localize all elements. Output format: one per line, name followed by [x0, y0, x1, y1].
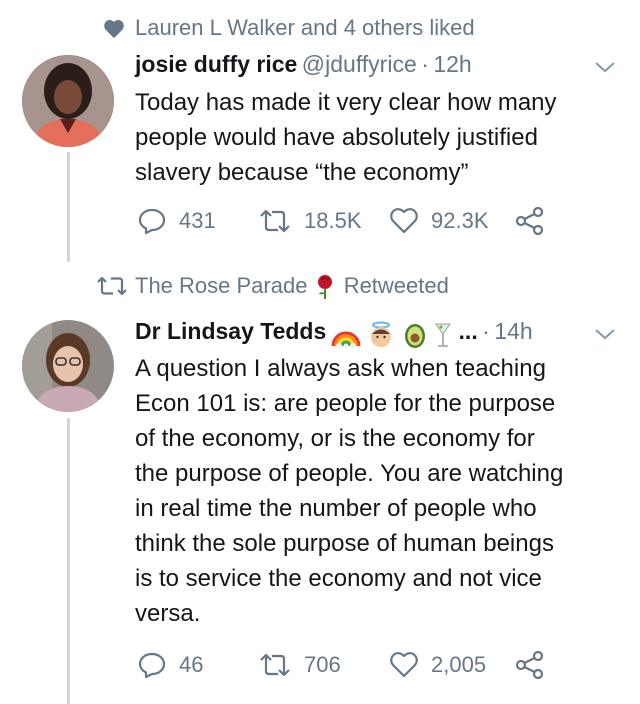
reply-icon [138, 208, 166, 235]
like-button[interactable]: 92.3K [389, 207, 489, 235]
avocado-icon [404, 323, 425, 348]
tweet-text-line: A question I always ask when teaching [135, 355, 546, 382]
reply-button[interactable]: 46 [137, 651, 203, 679]
avatar-photo [22, 320, 114, 412]
reply-icon [138, 652, 166, 679]
thread-line [67, 418, 70, 704]
context-user[interactable]: The Rose Parade [135, 273, 307, 298]
user-handle[interactable]: @jduffyrice [302, 51, 417, 77]
rose-icon [317, 275, 332, 300]
tweet-text: A question I always ask when teaching Ec… [135, 351, 563, 631]
share-icon [515, 207, 544, 235]
tweet-text: Today has made it very clear how many pe… [135, 85, 557, 190]
share-button[interactable] [515, 651, 557, 679]
display-name[interactable]: josie duffy rice [135, 51, 297, 77]
like-count: 2,005 [431, 652, 487, 677]
tweet-text-line: slavery because “the economy” [135, 159, 469, 186]
cocktail-icon [435, 323, 452, 347]
social-context: The Rose Parade Retweeted [135, 272, 449, 300]
display-name[interactable]: Dr Lindsay Tedds [135, 318, 326, 344]
share-icon [515, 651, 544, 679]
reply-count: 46 [179, 652, 204, 677]
tweet-text-line: think the sole purpose of human beings [135, 530, 554, 557]
retweet-icon [260, 653, 290, 677]
like-icon [390, 208, 418, 234]
tweet-text-line: the purpose of people. You are watching [135, 460, 564, 487]
retweet-count: 706 [304, 652, 341, 677]
chevron-down-icon[interactable] [594, 327, 616, 341]
tweet-text-line: people would have absolutely justified [135, 124, 538, 151]
rainbow-icon [331, 331, 361, 348]
tweet-text-line: Econ 101 is: are people for the purpose [135, 390, 556, 417]
context-action: Retweeted [343, 273, 449, 298]
heart-icon [104, 19, 124, 39]
separator-dot: · [421, 51, 429, 77]
avatar-photo [22, 55, 114, 147]
like-icon [390, 652, 418, 678]
tweet-text-line: Today has made it very clear how many [135, 89, 557, 116]
tweet-header: josie duffy rice @jduffyrice · 12h [135, 51, 472, 78]
angel-icon [371, 321, 392, 347]
avatar[interactable] [22, 55, 114, 147]
chevron-down-icon[interactable] [594, 60, 616, 74]
retweet-button[interactable]: 18.5K [258, 207, 362, 235]
tweet-text-line: of the economy, or is the economy for [135, 425, 535, 452]
timestamp[interactable]: 12h [433, 51, 471, 77]
tweet-text-line: in real time the number of people who [135, 495, 537, 522]
reply-button[interactable]: 431 [137, 207, 216, 235]
avatar[interactable] [22, 320, 114, 412]
social-context: Lauren L Walker and 4 others liked [135, 15, 475, 40]
reply-count: 431 [179, 208, 216, 233]
retweet-icon [97, 276, 127, 296]
tweet-text-line: versa. [135, 600, 201, 627]
retweet-count: 18.5K [304, 208, 362, 233]
thread-line [67, 152, 70, 262]
tweet-header: Dr Lindsay Tedds ... · 14h [135, 318, 533, 349]
like-button[interactable]: 2,005 [389, 651, 486, 679]
share-button[interactable] [515, 207, 557, 235]
separator-dot: · [482, 318, 490, 344]
timestamp[interactable]: 14h [494, 318, 532, 344]
name-ellipsis: ... [458, 318, 478, 344]
retweet-icon [260, 209, 290, 233]
tweet-text-line: is to service the economy and not vice [135, 565, 542, 592]
retweet-button[interactable]: 706 [258, 651, 341, 679]
like-count: 92.3K [431, 208, 489, 233]
